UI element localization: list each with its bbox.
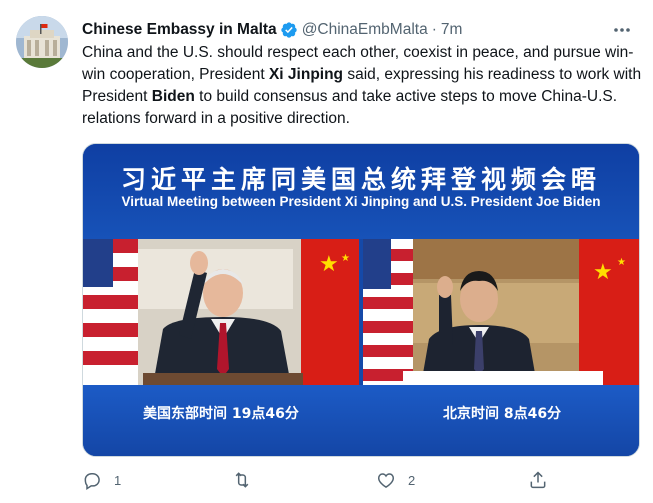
retweet-button[interactable]	[231, 468, 265, 492]
like-icon	[376, 470, 396, 490]
video-panel-xi: ★ ★	[363, 239, 639, 385]
tweet-text: China and the U.S. should respect each o…	[82, 42, 642, 130]
tweet-actions: 1 2	[82, 468, 562, 492]
share-icon	[528, 470, 548, 490]
like-button[interactable]: 2	[376, 468, 415, 492]
caption-us-time: 美国东部时间 19点46分	[143, 406, 299, 422]
caption-beijing-time: 北京时间 8点46分	[443, 406, 562, 422]
banner-title-chinese: 习近平主席同美国总统拜登视频会晤	[120, 165, 601, 194]
mention-biden: Biden	[151, 88, 195, 105]
separator-dot: ·	[431, 21, 437, 38]
svg-text:★: ★	[319, 252, 339, 277]
mention-xi-jinping: Xi Jinping	[268, 66, 344, 83]
tweet-media-image[interactable]: 习近平主席同美国总统拜登视频会晤 Virtual Meeting between…	[82, 143, 640, 457]
china-flag-image: ★ ★	[579, 239, 639, 385]
us-flag-image	[363, 239, 413, 385]
china-flag-image: ★ ★	[301, 239, 359, 385]
retweet-icon	[231, 470, 253, 490]
reply-icon	[82, 470, 102, 490]
display-name[interactable]: Chinese Embassy in Malta	[82, 21, 277, 39]
media-banner: 习近平主席同美国总统拜登视频会晤 Virtual Meeting between…	[83, 144, 639, 239]
reply-button[interactable]: 1	[82, 468, 121, 492]
avatar[interactable]	[16, 16, 68, 68]
embassy-building-image	[16, 16, 68, 68]
more-icon[interactable]	[611, 19, 633, 41]
banner-title-english: Virtual Meeting between President Xi Jin…	[121, 194, 601, 209]
timestamp[interactable]: 7m	[441, 21, 463, 39]
tweet-header: Chinese Embassy in Malta @ChinaEmbMalta …	[82, 19, 633, 41]
reply-count: 1	[114, 472, 122, 488]
video-panel-biden: ★ ★	[83, 239, 359, 385]
svg-text:★: ★	[617, 257, 626, 268]
us-flag-image	[83, 239, 138, 385]
handle[interactable]: @ChinaEmbMalta	[302, 21, 428, 39]
svg-text:★: ★	[341, 253, 350, 264]
svg-text:★: ★	[593, 260, 613, 285]
media-caption-bar: 美国东部时间 19点46分 北京时间 8点46分	[83, 385, 639, 456]
verified-badge-icon	[280, 21, 298, 39]
like-count: 2	[408, 472, 416, 488]
share-button[interactable]	[528, 468, 548, 492]
tweet[interactable]: Chinese Embassy in Malta @ChinaEmbMalta …	[0, 0, 653, 503]
